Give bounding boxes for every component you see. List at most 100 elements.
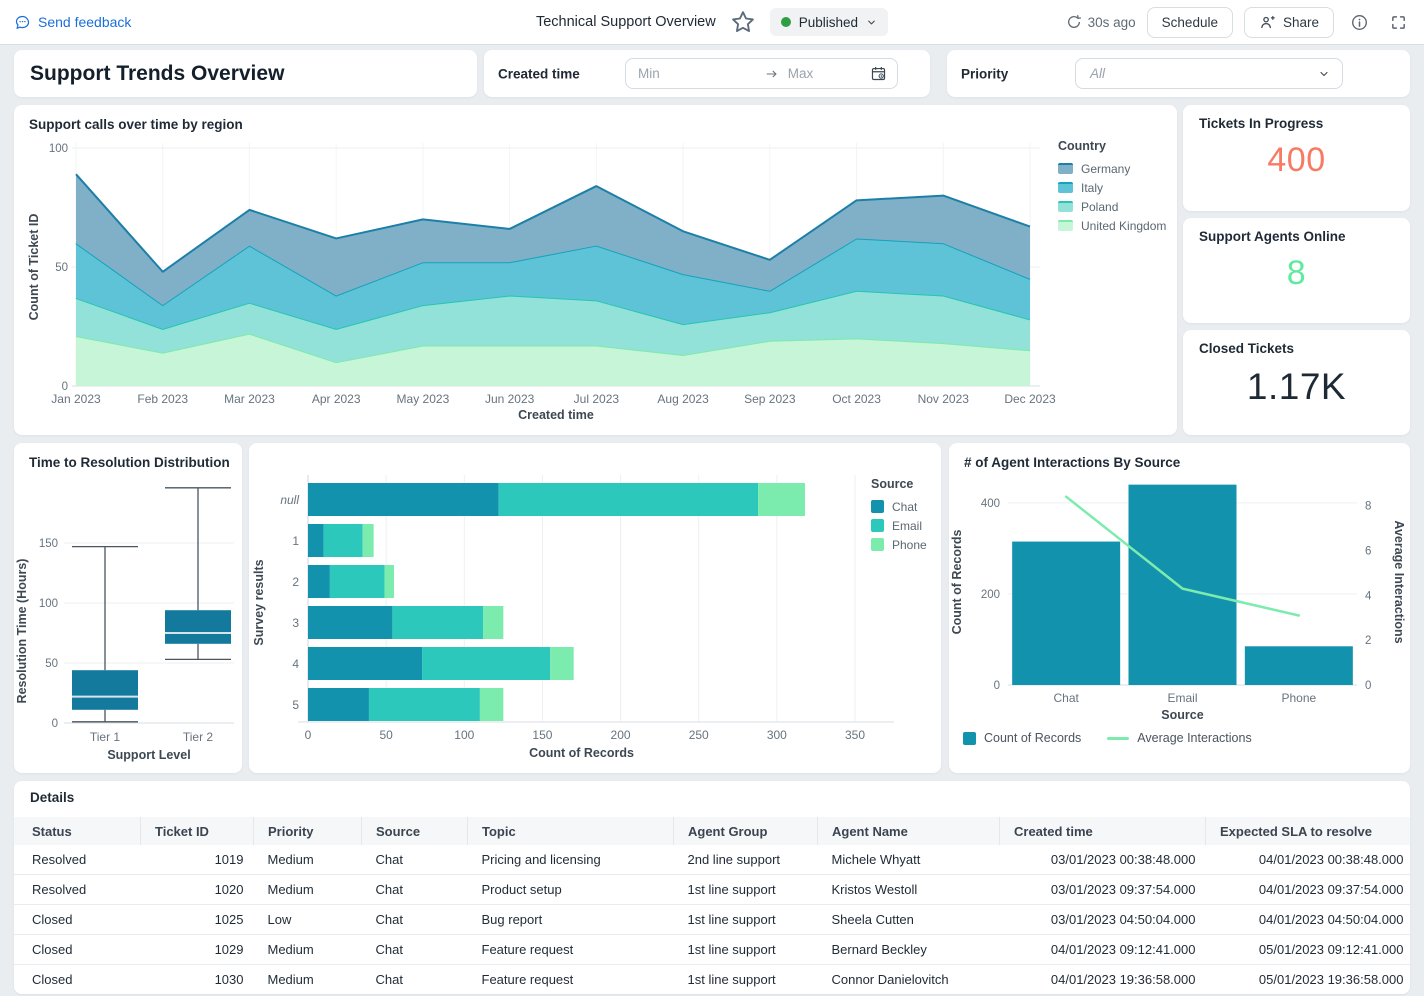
table-row[interactable]: Resolved1020MediumChatProduct setup1st l… — [14, 875, 1410, 905]
column-header[interactable]: Source — [362, 817, 468, 845]
legend-swatch — [871, 500, 884, 513]
support-calls-area-chart[interactable]: 050100Jan 2023Feb 2023Mar 2023Apr 2023Ma… — [28, 129, 1163, 429]
svg-text:Count of Records: Count of Records — [950, 530, 964, 635]
svg-text:Survey results: Survey results — [252, 559, 266, 645]
legend-label: Average Interactions — [1137, 731, 1251, 745]
svg-text:Created time: Created time — [518, 408, 594, 422]
support-calls-chart-card: Support calls over time by region 050100… — [14, 105, 1177, 435]
legend-item[interactable]: Email — [871, 516, 937, 535]
legend-line-swatch — [1107, 737, 1129, 740]
table-cell: Michele Whyatt — [818, 845, 1000, 875]
interactions-combo-card: # of Agent Interactions By Source 020040… — [949, 443, 1410, 773]
calendar-icon[interactable] — [870, 65, 887, 82]
svg-text:Sep 2023: Sep 2023 — [744, 392, 796, 406]
source-legend: Source Chat Email Phone — [871, 477, 937, 554]
min-date-placeholder[interactable]: Min — [638, 66, 660, 81]
schedule-button[interactable]: Schedule — [1147, 7, 1233, 38]
svg-text:Feb 2023: Feb 2023 — [137, 392, 188, 406]
table-row[interactable]: Resolved1019MediumChatPricing and licens… — [14, 845, 1410, 875]
send-feedback-link[interactable]: Send feedback — [14, 0, 131, 44]
kpi-closed-tickets: Closed Tickets 1.17K — [1183, 330, 1410, 435]
schedule-label: Schedule — [1162, 15, 1218, 30]
fullscreen-button[interactable] — [1384, 8, 1412, 36]
info-button[interactable] — [1345, 8, 1373, 36]
priority-select[interactable]: All — [1075, 58, 1343, 89]
legend-item[interactable]: Phone — [871, 535, 937, 554]
svg-text:Apr 2023: Apr 2023 — [312, 392, 361, 406]
column-header[interactable]: Agent Group — [674, 817, 818, 845]
topbar: Send feedback Technical Support Overview… — [0, 0, 1424, 44]
legend-item[interactable]: Average Interactions — [1107, 731, 1251, 745]
table-cell: Chat — [362, 845, 468, 875]
legend-title: Source — [871, 477, 937, 491]
details-table: StatusTicket IDPrioritySourceTopicAgent … — [14, 817, 1410, 994]
topbar-center: Technical Support Overview Published — [536, 0, 888, 44]
svg-text:4: 4 — [1365, 590, 1372, 602]
legend-swatch — [1058, 163, 1073, 174]
legend-item[interactable]: Count of Records — [963, 731, 1081, 745]
priority-filter-label: Priority — [961, 66, 1008, 81]
svg-text:6: 6 — [1365, 545, 1371, 557]
interactions-combo-chart[interactable]: 020040002468ChatEmailPhoneSourceCount of… — [949, 467, 1410, 743]
survey-stacked-bar-chart[interactable]: 050100150200250300350null12345Count of R… — [249, 463, 941, 771]
details-title: Details — [30, 790, 74, 805]
legend-label: Phone — [892, 538, 927, 552]
legend-item[interactable]: Italy — [1058, 178, 1176, 197]
refresh-icon — [1066, 14, 1082, 30]
table-row[interactable]: Closed1029MediumChatFeature request1st l… — [14, 935, 1410, 965]
table-cell: Medium — [254, 935, 362, 965]
table-cell: 04/01/2023 00:38:48.000 — [1206, 845, 1411, 875]
column-header[interactable]: Priority — [254, 817, 362, 845]
publish-status-dropdown[interactable]: Published — [770, 8, 888, 36]
column-header[interactable]: Agent Name — [818, 817, 1000, 845]
favorite-star-icon[interactable] — [729, 8, 757, 36]
svg-text:400: 400 — [981, 498, 1000, 510]
feedback-bubble-icon — [14, 14, 31, 31]
created-time-range-input[interactable]: Min Max — [625, 58, 898, 89]
max-date-placeholder[interactable]: Max — [788, 66, 814, 81]
table-row[interactable]: Closed1025LowChatBug report1st line supp… — [14, 905, 1410, 935]
resolution-boxplot-chart[interactable]: 050100150Tier 1Tier 2Support LevelResolu… — [14, 471, 242, 771]
table-cell: Chat — [362, 875, 468, 905]
share-people-icon — [1259, 14, 1276, 31]
published-dot — [781, 17, 791, 27]
legend-item[interactable]: Chat — [871, 497, 937, 516]
svg-text:Mar 2023: Mar 2023 — [224, 392, 275, 406]
table-cell: 1029 — [141, 935, 254, 965]
share-button[interactable]: Share — [1244, 7, 1334, 38]
column-header[interactable]: Status — [14, 817, 141, 845]
range-arrow-icon — [765, 68, 780, 80]
legend-title: Country — [1058, 139, 1176, 153]
table-row[interactable]: Closed1030MediumChatFeature request1st l… — [14, 965, 1410, 995]
column-header[interactable]: Topic — [468, 817, 674, 845]
svg-text:50: 50 — [45, 658, 58, 670]
table-cell: 1025 — [141, 905, 254, 935]
table-cell: Resolved — [14, 845, 141, 875]
svg-text:0: 0 — [994, 680, 1000, 692]
table-cell: Bernard Beckley — [818, 935, 1000, 965]
legend-swatch — [1058, 220, 1073, 231]
legend-item[interactable]: Germany — [1058, 159, 1176, 178]
topbar-actions: 30s ago Schedule Share — [1066, 0, 1412, 44]
svg-text:4: 4 — [292, 657, 299, 671]
svg-text:2: 2 — [1365, 635, 1371, 647]
column-header[interactable]: Ticket ID — [141, 817, 254, 845]
refresh-control[interactable]: 30s ago — [1066, 14, 1136, 30]
table-cell: Bug report — [468, 905, 674, 935]
column-header[interactable]: Created time — [1000, 817, 1206, 845]
legend-item[interactable]: Poland — [1058, 197, 1176, 216]
kpi-label: Support Agents Online — [1199, 229, 1346, 244]
column-header[interactable]: Expected SLA to resolve — [1206, 817, 1411, 845]
legend-label: Email — [892, 519, 922, 533]
svg-text:Average Interactions: Average Interactions — [1392, 520, 1406, 643]
svg-text:0: 0 — [1365, 680, 1371, 692]
table-cell: 04/01/2023 09:12:41.000 — [1000, 935, 1206, 965]
legend-item[interactable]: United Kingdom — [1058, 216, 1176, 235]
table-header-row: StatusTicket IDPrioritySourceTopicAgent … — [14, 817, 1410, 845]
kpi-value: 8 — [1183, 254, 1410, 293]
table-cell: Closed — [14, 905, 141, 935]
svg-text:Nov 2023: Nov 2023 — [918, 392, 970, 406]
chevron-down-icon — [866, 17, 877, 28]
svg-text:Aug 2023: Aug 2023 — [657, 392, 709, 406]
table-cell: Sheela Cutten — [818, 905, 1000, 935]
